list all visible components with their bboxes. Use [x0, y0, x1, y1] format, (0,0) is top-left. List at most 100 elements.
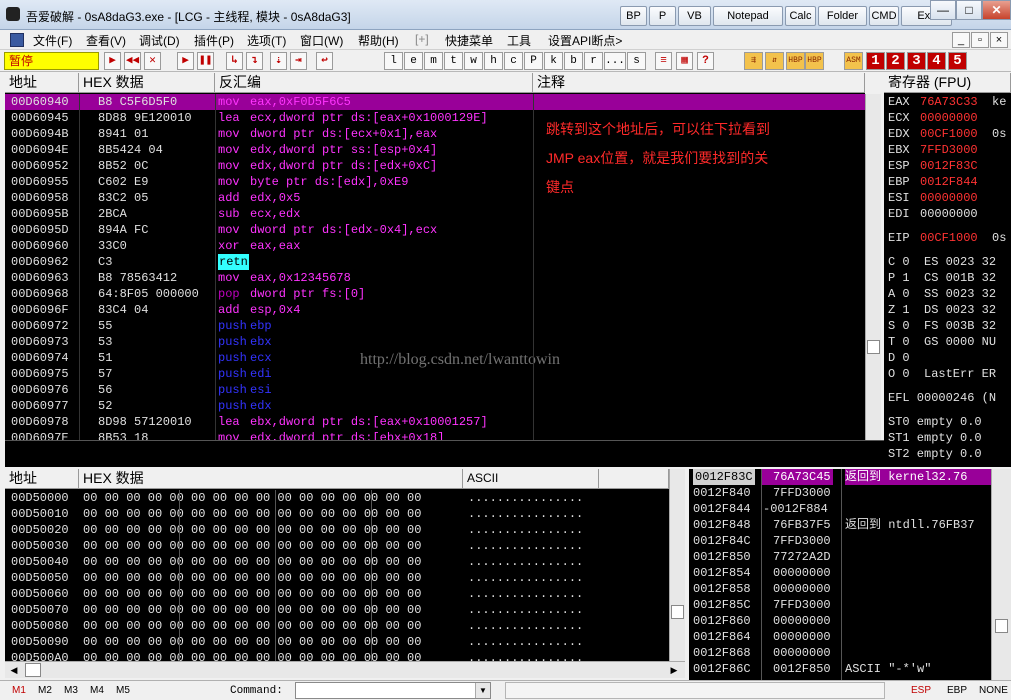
- menu-item[interactable]: 调试(D): [139, 32, 180, 49]
- window-letter-button[interactable]: t: [444, 52, 463, 70]
- window-letter-button[interactable]: c: [504, 52, 523, 70]
- quick-button[interactable]: P: [649, 6, 676, 26]
- disasm-row[interactable]: 00D60960 33C0 xor eax,eax: [5, 238, 533, 254]
- stack-row[interactable]: 0012F860 00000000: [689, 613, 991, 629]
- stack-row[interactable]: 0012F840 7FFD3000: [689, 485, 991, 501]
- dump-row[interactable]: 00D50060 00 00 00 00 00 00 00 00 00 00 00…: [5, 586, 669, 602]
- register-row[interactable]: EDX 00CF1000 0s: [888, 126, 1006, 142]
- scroll-left-arrow-icon[interactable]: ◀: [7, 663, 21, 677]
- disasm-pane[interactable]: 地址 HEX 数据 反汇编 注释 00D60940 B8 C5F6D5F0 mov e…: [5, 73, 865, 440]
- disasm-row[interactable]: 00D60962 C3 retn: [5, 254, 533, 270]
- stack-row[interactable]: 0012F864 00000000: [689, 629, 991, 645]
- status-indicator[interactable]: EBP: [947, 685, 967, 696]
- disasm-row[interactable]: 00D60976 56 push esi: [5, 382, 533, 398]
- register-row[interactable]: ECX 00000000: [888, 110, 978, 126]
- extra-tool-button[interactable]: ?: [697, 52, 714, 70]
- stack-row[interactable]: 0012F868 00000000: [689, 645, 991, 661]
- debug-control-button[interactable]: ◀◀: [124, 52, 141, 70]
- debug-control-button[interactable]: ↩: [316, 52, 333, 70]
- disasm-row[interactable]: 00D6094E 8B5424 04 mov edx,dword ptr ss:[es…: [5, 142, 533, 158]
- breakpoint-tool-button[interactable]: ⇶: [744, 52, 763, 70]
- disasm-scroll-thumb[interactable]: [867, 340, 880, 354]
- disasm-row[interactable]: 00D60968 64:8F05 000000 pop dword ptr fs:[0…: [5, 286, 533, 302]
- dump-pane[interactable]: 地址 HEX 数据 ASCII 00D50000 00 00 00 00 00 0…: [5, 469, 669, 661]
- disasm-header-disasm[interactable]: 反汇编: [215, 73, 533, 93]
- disasm-row[interactable]: 00D6096F 83C4 04 add esp,0x4: [5, 302, 533, 318]
- numbered-button[interactable]: 3: [907, 52, 926, 70]
- debug-control-button[interactable]: ⇥: [290, 52, 307, 70]
- disasm-row[interactable]: 00D6094B 8941 01 mov dword ptr ds:[ecx+0x1]…: [5, 126, 533, 142]
- window-letter-button[interactable]: P: [524, 52, 543, 70]
- dump-hscroll-thumb[interactable]: [25, 663, 41, 677]
- mdi-minimize-button[interactable]: _: [952, 32, 970, 48]
- extra-tool-button[interactable]: ≡: [655, 52, 672, 70]
- dump-row[interactable]: 00D50000 00 00 00 00 00 00 00 00 00 00 00…: [5, 490, 669, 506]
- flag-row[interactable]: T 0 GS 0000 NU: [888, 334, 996, 350]
- breakpoint-tool-button[interactable]: HBP: [805, 52, 824, 70]
- dump-row[interactable]: 00D50030 00 00 00 00 00 00 00 00 00 00 00…: [5, 538, 669, 554]
- flag-row[interactable]: O 0 LastErr ER: [888, 366, 996, 382]
- mdi-restore-button[interactable]: ▫: [971, 32, 989, 48]
- stack-row[interactable]: 0012F850 77272A2D: [689, 549, 991, 565]
- menu-item[interactable]: 设置API断点>: [548, 32, 622, 49]
- register-row[interactable]: EIP 00CF1000 0s: [888, 230, 1006, 246]
- debug-control-button[interactable]: ❚❚: [197, 52, 214, 70]
- debug-control-button[interactable]: ▶: [177, 52, 194, 70]
- disasm-header-comment[interactable]: 注释: [533, 73, 865, 93]
- status-indicator[interactable]: ESP: [911, 685, 931, 696]
- register-row[interactable]: EAX 76A73C33 ke: [888, 94, 1006, 110]
- stack-row[interactable]: 0012F858 00000000: [689, 581, 991, 597]
- menu-item[interactable]: 快捷菜单: [445, 32, 493, 49]
- dump-header-hex[interactable]: HEX 数据: [79, 469, 463, 489]
- breakpoint-tool-button[interactable]: ⇵: [765, 52, 784, 70]
- stack-pane[interactable]: 0012F83C 76A73C45 返回到 kernel32.76 0012F840 7…: [689, 469, 991, 680]
- flag-row[interactable]: C 0 ES 0023 32: [888, 254, 996, 270]
- stack-scrollbar[interactable]: [991, 469, 1011, 680]
- fpu-row[interactable]: ST1 empty 0.0: [888, 430, 982, 446]
- stack-row[interactable]: 0012F844 -0012F884: [689, 501, 991, 517]
- menu-item[interactable]: 查看(V): [86, 32, 126, 49]
- disasm-header-hex[interactable]: HEX 数据: [79, 73, 215, 93]
- stack-row[interactable]: 0012F86C 0012F850 ASCII "-*'w": [689, 661, 991, 677]
- disasm-row[interactable]: 00D60972 55 push ebp: [5, 318, 533, 334]
- register-row[interactable]: EBP 0012F844: [888, 174, 978, 190]
- numbered-button[interactable]: 4: [927, 52, 946, 70]
- memory-tab[interactable]: M3: [64, 685, 78, 696]
- disasm-row[interactable]: 00D60973 53 push ebx: [5, 334, 533, 350]
- disasm-row[interactable]: 00D60963 B8 78563412 mov eax,0x12345678: [5, 270, 533, 286]
- quick-button[interactable]: Calc: [785, 6, 816, 26]
- quick-button[interactable]: Notepad: [713, 6, 783, 26]
- dump-row[interactable]: 00D50020 00 00 00 00 00 00 00 00 00 00 00…: [5, 522, 669, 538]
- dump-row[interactable]: 00D50080 00 00 00 00 00 00 00 00 00 00 00…: [5, 618, 669, 634]
- maximize-button[interactable]: □: [956, 0, 982, 20]
- disasm-row[interactable]: 00D60955 C602 E9 mov byte ptr ds:[edx],0xE9: [5, 174, 533, 190]
- dump-row[interactable]: 00D50070 00 00 00 00 00 00 00 00 00 00 00…: [5, 602, 669, 618]
- memory-tab[interactable]: M2: [38, 685, 52, 696]
- stack-row[interactable]: 0012F85C 7FFD3000: [689, 597, 991, 613]
- disasm-row[interactable]: 00D6095D 894A FC mov dword ptr ds:[edx-0x4]…: [5, 222, 533, 238]
- debug-control-button[interactable]: ⇣: [270, 52, 287, 70]
- menu-item[interactable]: 文件(F): [33, 32, 72, 49]
- window-letter-button[interactable]: ...: [604, 52, 626, 70]
- mdi-close-button[interactable]: ×: [990, 32, 1008, 48]
- status-indicator[interactable]: NONE: [979, 685, 1008, 696]
- menu-item[interactable]: [+]: [415, 32, 429, 46]
- close-button[interactable]: ✕: [982, 0, 1011, 20]
- menu-item[interactable]: 窗口(W): [300, 32, 343, 49]
- disasm-row[interactable]: 00D60958 83C2 05 add edx,0x5: [5, 190, 533, 206]
- dump-row[interactable]: 00D50040 00 00 00 00 00 00 00 00 00 00 00…: [5, 554, 669, 570]
- window-letter-button[interactable]: e: [404, 52, 423, 70]
- memory-tab[interactable]: M4: [90, 685, 104, 696]
- dump-hscrollbar[interactable]: ◀ ▶: [5, 661, 685, 678]
- breakpoint-tool-button[interactable]: ASM: [844, 52, 863, 70]
- dump-row[interactable]: 00D500A0 00 00 00 00 00 00 00 00 00 00 00…: [5, 650, 669, 661]
- memory-tab[interactable]: M5: [116, 685, 130, 696]
- quick-button[interactable]: VB: [678, 6, 711, 26]
- extra-tool-button[interactable]: ▦: [676, 52, 693, 70]
- debug-control-button[interactable]: ↴: [246, 52, 263, 70]
- quick-button[interactable]: Folder: [818, 6, 867, 26]
- dump-header-addr[interactable]: 地址: [5, 469, 79, 489]
- numbered-button[interactable]: 5: [948, 52, 967, 70]
- dump-scroll-thumb[interactable]: [671, 605, 684, 619]
- window-letter-button[interactable]: m: [424, 52, 443, 70]
